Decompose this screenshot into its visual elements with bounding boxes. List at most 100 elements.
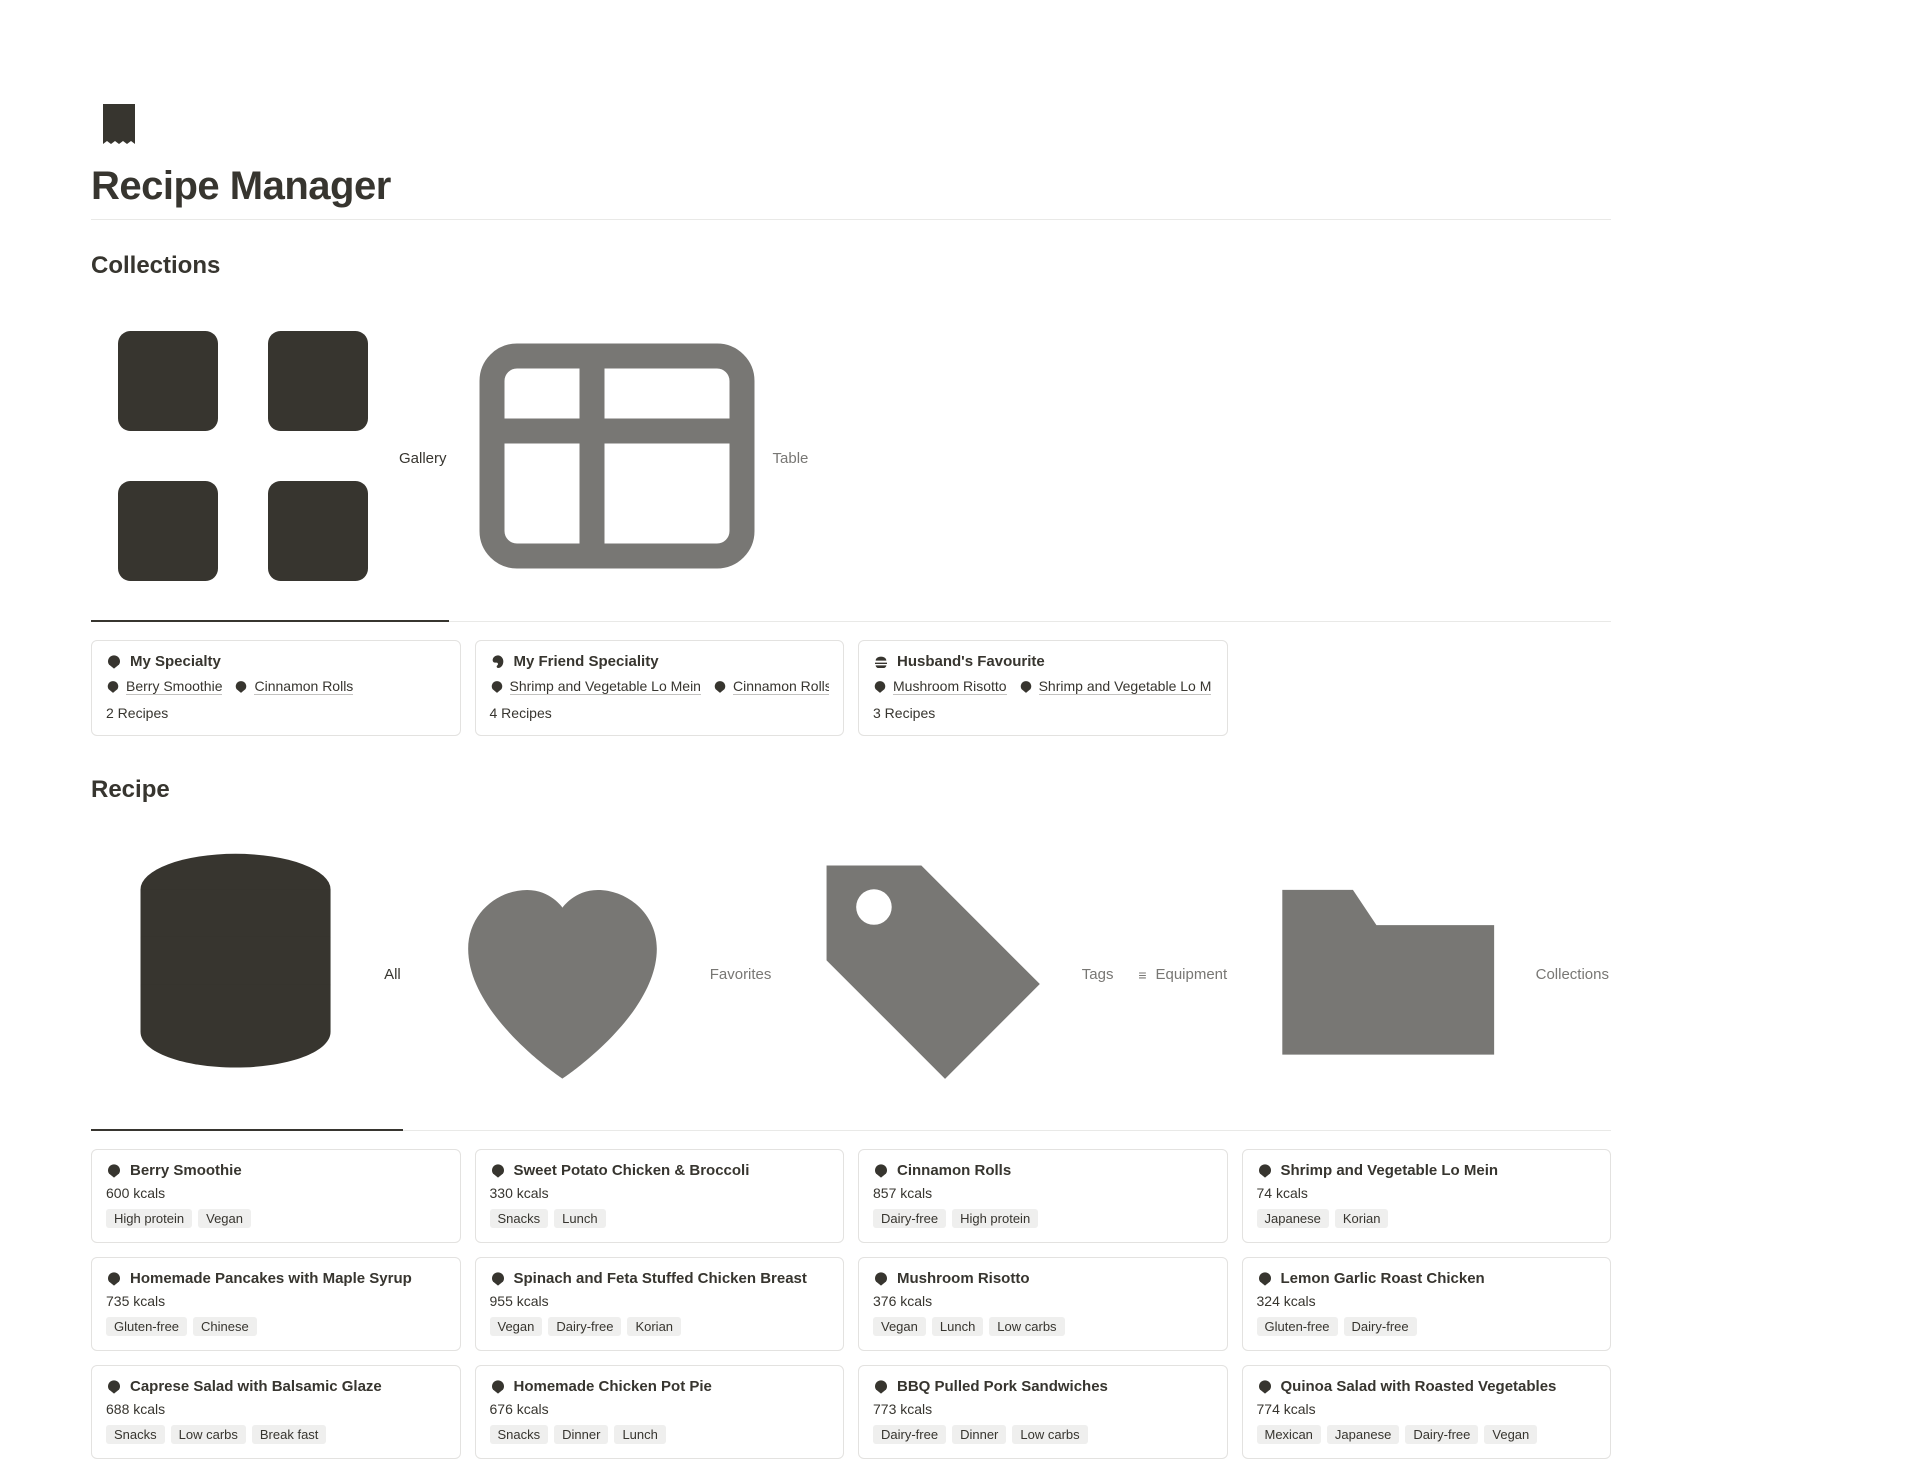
recipe-tab-favorites[interactable]: Favorites — [419, 825, 774, 1130]
recipe-kcal: 324 kcals — [1257, 1293, 1597, 1309]
tag-pill: Lunch — [554, 1209, 605, 1228]
tag-row: SnacksLow carbsBreak fast — [106, 1425, 446, 1444]
recipe-tab-equipment[interactable]: ≡Equipment — [1131, 960, 1229, 995]
tag-pill: Vegan — [1484, 1425, 1537, 1444]
collection-chip[interactable]: Cinnamon Rolls — [234, 678, 353, 695]
recipe-card[interactable]: Shrimp and Vegetable Lo Mein74 kcalsJapa… — [1242, 1149, 1612, 1243]
tag-row: Gluten-free Chinese — [106, 1317, 446, 1336]
stack-icon — [93, 830, 378, 1119]
collection-sub: 2 Recipes — [106, 705, 446, 721]
tag-pill: Snacks — [490, 1209, 549, 1228]
tag-row: Snacks Lunch — [490, 1209, 830, 1228]
recipe-card[interactable]: Homemade Pancakes with Maple Syrup735 kc… — [91, 1257, 461, 1351]
tag-pill: High protein — [106, 1209, 192, 1228]
recipe-title: Spinach and Feta Stuffed Chicken Breast — [514, 1270, 807, 1287]
collection-chip[interactable]: Shrimp and Vegetable Lo Mein — [490, 678, 701, 695]
recipe-heading: Recipe — [91, 776, 1611, 804]
collection-chip[interactable]: Berry Smoothie — [106, 678, 222, 695]
food-icon — [1019, 680, 1033, 694]
recipe-grid: Berry Smoothie600 kcalsHigh proteinVegan… — [91, 1149, 1611, 1459]
recipe-title: Berry Smoothie — [130, 1162, 242, 1179]
food-icon — [873, 680, 887, 694]
collection-chip[interactable]: Cinnamon Rolls — [713, 678, 829, 695]
tag-pill: Dairy-free — [1344, 1317, 1417, 1336]
food-icon — [490, 1163, 506, 1179]
recipe-title: Shrimp and Vegetable Lo Mein — [1281, 1162, 1499, 1179]
table-icon — [467, 306, 767, 610]
recipe-card[interactable]: Sweet Potato Chicken & Broccoli330 kcals… — [475, 1149, 845, 1243]
food-icon — [106, 1379, 122, 1395]
tab-label: Tags — [1082, 966, 1114, 983]
collection-chip[interactable]: Mushroom Risotto — [873, 678, 1007, 695]
page-receipt-icon — [91, 96, 147, 152]
food-icon — [1257, 1271, 1273, 1287]
tag-pill: Low carbs — [171, 1425, 246, 1444]
tag-pill: Korian — [627, 1317, 681, 1336]
collections-tab-gallery[interactable]: Gallery — [91, 300, 449, 622]
food-icon — [873, 1271, 889, 1287]
tag-row: High proteinVegan — [106, 1209, 446, 1228]
recipe-title: Quinoa Salad with Roasted Vegetables — [1281, 1378, 1557, 1395]
recipe-kcal: 376 kcals — [873, 1293, 1213, 1309]
tag-pill: Chinese — [193, 1317, 257, 1336]
collection-card[interactable]: Husband's FavouriteMushroom RisottoShrim… — [858, 640, 1228, 736]
tab-label: Favorites — [710, 966, 772, 983]
tag-row: Dairy-freeHigh protein — [873, 1209, 1213, 1228]
recipe-card[interactable]: Cinnamon Rolls857 kcalsDairy-freeHigh pr… — [858, 1149, 1228, 1243]
tag-row: Dairy-freeDinnerLow carbs — [873, 1425, 1213, 1444]
food-icon — [1257, 1379, 1273, 1395]
recipe-card[interactable]: Spinach and Feta Stuffed Chicken Breast 9… — [475, 1257, 845, 1351]
tab-label: Gallery — [399, 450, 447, 467]
collections-tab-table[interactable]: Table — [465, 300, 811, 622]
tag-row: Gluten-freeDairy-free — [1257, 1317, 1597, 1336]
tag-pill: Mexican — [1257, 1425, 1321, 1444]
recipe-card[interactable]: Quinoa Salad with Roasted Vegetables774 … — [1242, 1365, 1612, 1459]
food-icon — [1257, 1163, 1273, 1179]
recipe-tab-all[interactable]: All — [91, 824, 403, 1131]
recipe-tabs: All Favorites Tags ≡Equipment Collections — [91, 824, 1611, 1131]
tag-pill: Lunch — [932, 1317, 983, 1336]
recipe-kcal: 688 kcals — [106, 1401, 446, 1417]
chip-label: Berry Smoothie — [126, 678, 222, 695]
recipe-tab-collections[interactable]: Collections — [1245, 825, 1611, 1129]
tag-pill: Gluten-free — [106, 1317, 187, 1336]
collection-title: My Specialty — [130, 653, 221, 670]
collection-card[interactable]: My Friend Speciality Shrimp and Vegetable… — [475, 640, 845, 736]
collection-card[interactable]: My Specialty Berry Smoothie Cinnamon Rolls… — [91, 640, 461, 736]
folder-icon — [1247, 831, 1529, 1117]
tag-row: MexicanJapaneseDairy-freeVegan — [1257, 1425, 1597, 1444]
tag-row: VeganLunchLow carbs — [873, 1317, 1213, 1336]
gallery-icon — [93, 306, 393, 610]
tag-pill: Snacks — [106, 1425, 165, 1444]
food-icon — [234, 680, 248, 694]
tag-pill: Vegan — [490, 1317, 543, 1336]
tab-label: Table — [773, 450, 809, 467]
recipe-kcal: 773 kcals — [873, 1401, 1213, 1417]
recipe-card[interactable]: Homemade Chicken Pot Pie676 kcalsSnacksD… — [475, 1365, 845, 1459]
recipe-card[interactable]: Berry Smoothie600 kcalsHigh proteinVegan — [91, 1149, 461, 1243]
tag-pill: Japanese — [1257, 1209, 1329, 1228]
collection-title: My Friend Speciality — [514, 653, 659, 670]
food-icon — [106, 680, 120, 694]
tag-icon — [791, 830, 1075, 1118]
recipe-card[interactable]: Caprese Salad with Balsamic Glaze 688 kca… — [91, 1365, 461, 1459]
recipe-title: Lemon Garlic Roast Chicken — [1281, 1270, 1485, 1287]
chip-label: Shrimp and Vegetable Lo Mein — [510, 678, 701, 695]
recipe-card[interactable]: Mushroom Risotto376 kcalsVeganLunchLow c… — [858, 1257, 1228, 1351]
recipe-card[interactable]: BBQ Pulled Pork Sandwiches773 kcalsDairy… — [858, 1365, 1228, 1459]
collection-sub: 3 Recipes — [873, 705, 1213, 721]
tab-label: Equipment — [1155, 966, 1227, 983]
food-icon — [713, 680, 727, 694]
recipe-title: Caprese Salad with Balsamic Glaze — [130, 1378, 382, 1395]
recipe-card[interactable]: Lemon Garlic Roast Chicken 324 kcals Glute… — [1242, 1257, 1612, 1351]
tag-row: JapaneseKorian — [1257, 1209, 1597, 1228]
tag-row: SnacksDinnerLunch — [490, 1425, 830, 1444]
food-icon — [106, 1163, 122, 1179]
tag-row: VeganDairy-freeKorian — [490, 1317, 830, 1336]
recipe-kcal: 955 kcals — [490, 1293, 830, 1309]
recipe-kcal: 676 kcals — [490, 1401, 830, 1417]
heart-icon — [421, 831, 704, 1118]
collections-gallery: My Specialty Berry Smoothie Cinnamon Rolls… — [91, 640, 1611, 736]
collection-chip[interactable]: Shrimp and Vegetable Lo M — [1019, 678, 1212, 695]
recipe-tab-tags[interactable]: Tags — [789, 824, 1115, 1130]
